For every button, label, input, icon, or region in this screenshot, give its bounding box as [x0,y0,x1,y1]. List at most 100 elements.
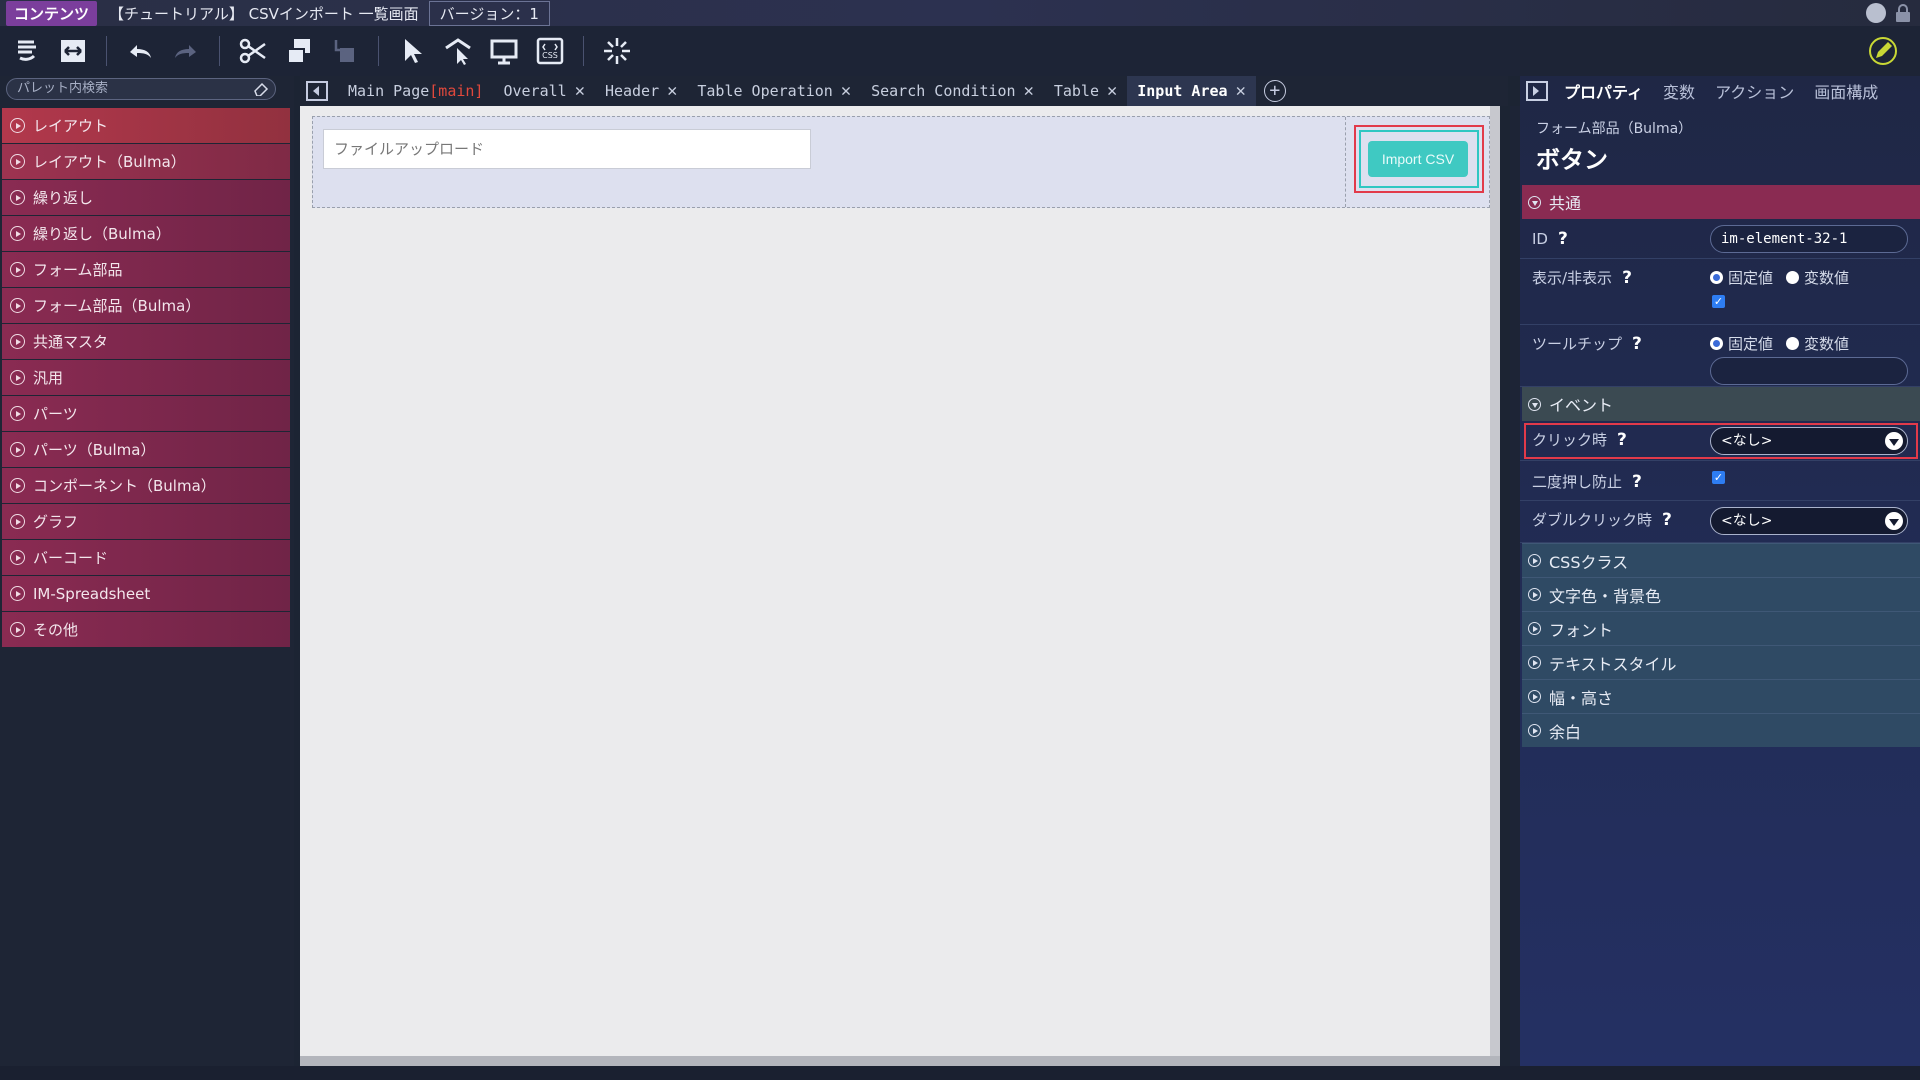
collapse-palette-icon[interactable] [306,81,328,101]
section-event[interactable]: イベント [1522,387,1920,421]
palette-item-barcode[interactable]: バーコード [2,540,290,575]
palette-item-layout[interactable]: レイアウト [2,108,290,143]
palette-item-im-spreadsheet[interactable]: IM-Spreadsheet [2,576,290,611]
help-icon[interactable]: ? [1632,472,1642,492]
tab-variables[interactable]: 変数 [1653,79,1705,103]
visibility-variable-radio[interactable]: 変数値 [1786,267,1849,288]
tab-actions[interactable]: アクション [1705,79,1804,103]
design-canvas[interactable]: ファイルアップロード Import CSV [300,106,1500,1066]
input-area-container[interactable]: ファイルアップロード Import CSV [312,116,1490,208]
palette-item-repeat-bulma[interactable]: 繰り返し（Bulma） [2,216,290,251]
tab-overall[interactable]: Overall ✕ [493,76,594,106]
palette-item-component-bulma[interactable]: コンポーネント（Bulma） [2,468,290,503]
help-icon[interactable]: ? [1662,510,1672,530]
tab-label: Search Condition [871,82,1016,100]
palette-search-input[interactable]: パレット内検索 [6,78,276,100]
collapse-properties-icon[interactable] [1526,81,1548,101]
canvas-vertical-scrollbar[interactable] [1490,106,1500,1056]
visibility-checkbox[interactable]: ✓ [1712,295,1725,308]
palette-item-repeat[interactable]: 繰り返し [2,180,290,215]
file-upload-field[interactable]: ファイルアップロード [323,129,811,169]
tooltip-fixed-radio[interactable]: 固定値 [1710,333,1773,354]
user-icon[interactable] [1866,3,1886,23]
tab-properties[interactable]: プロパティ [1554,79,1653,103]
section-margin[interactable]: 余白 [1522,713,1920,747]
lock-icon[interactable] [1894,3,1912,23]
section-colors[interactable]: 文字色・背景色 [1522,577,1920,611]
help-icon[interactable]: ? [1622,268,1632,288]
radio-label: 変数値 [1804,269,1850,287]
palette-item-label: 繰り返し [33,189,94,207]
eraser-icon[interactable] [253,82,269,97]
css-editor-icon[interactable]: CSS [531,32,569,70]
close-icon[interactable]: ✕ [1236,81,1246,101]
on-click-select[interactable]: <なし> [1710,427,1908,455]
palette-item-common-master[interactable]: 共通マスタ [2,324,290,359]
expand-arrow-icon [1528,588,1541,601]
tooltip-variable-radio[interactable]: 変数値 [1786,333,1849,354]
select-pointer-icon[interactable] [393,32,431,70]
tab-label: Main Page [348,82,430,100]
tab-header[interactable]: Header ✕ [595,76,687,106]
help-icon[interactable]: ? [1632,334,1642,354]
section-size[interactable]: 幅・高さ [1522,679,1920,713]
palette-item-graph[interactable]: グラフ [2,504,290,539]
id-input[interactable]: im-element-32-1 [1710,225,1908,253]
resize-icon[interactable] [54,32,92,70]
undo-icon[interactable] [121,32,159,70]
on-double-click-select[interactable]: <なし> [1710,507,1908,535]
palette-item-parts-bulma[interactable]: パーツ（Bulma） [2,432,290,467]
palette-item-other[interactable]: その他 [2,612,290,647]
property-row-double-submit: 二度押し防止? ✓ [1520,461,1920,501]
redo-icon[interactable] [167,32,205,70]
tab-screen-structure[interactable]: 画面構成 [1804,79,1888,103]
palette-item-form-parts-bulma[interactable]: フォーム部品（Bulma） [2,288,290,323]
palette-item-label: パーツ（Bulma） [33,441,156,459]
drag-select-icon[interactable] [439,32,477,70]
palette-item-layout-bulma[interactable]: レイアウト（Bulma） [2,144,290,179]
click-label: クリック時 [1532,431,1608,449]
tab-search-condition[interactable]: Search Condition ✕ [861,76,1044,106]
tab-input-area[interactable]: Input Area ✕ [1127,76,1256,106]
close-icon[interactable]: ✕ [575,81,585,101]
copy-icon[interactable] [280,32,318,70]
section-text-style[interactable]: テキストスタイル [1522,645,1920,679]
cut-icon[interactable] [234,32,272,70]
sparkle-icon[interactable] [598,32,636,70]
selection-outline: Import CSV [1354,125,1484,193]
close-icon[interactable]: ✕ [667,81,677,101]
close-icon[interactable]: ✕ [1107,81,1117,101]
add-tab-icon[interactable]: + [1263,80,1286,102]
tooltip-input[interactable] [1710,357,1908,385]
section-font[interactable]: フォント [1522,611,1920,645]
help-icon[interactable]: ? [1617,430,1627,450]
palette-item-generic[interactable]: 汎用 [2,360,290,395]
tab-table-operation[interactable]: Table Operation ✕ [687,76,861,106]
palette-item-label: 汎用 [33,369,64,387]
import-csv-button[interactable]: Import CSV [1368,141,1468,177]
palette-item-form-parts[interactable]: フォーム部品 [2,252,290,287]
palette-item-label: IM-Spreadsheet [33,584,151,603]
button-cell[interactable]: Import CSV [1345,117,1489,207]
section-css-class[interactable]: CSSクラス [1522,543,1920,577]
help-icon[interactable]: ? [1558,229,1568,249]
panel-splitter[interactable] [1510,106,1520,1066]
version-label[interactable]: バージョン：1 [428,0,550,26]
section-common[interactable]: 共通 [1522,185,1920,219]
screen-list-icon[interactable] [8,32,46,70]
palette-item-label: フォーム部品 [33,261,123,279]
double-submit-checkbox[interactable]: ✓ [1712,471,1725,484]
edit-pencil-icon[interactable] [1864,32,1902,70]
tab-table[interactable]: Table ✕ [1044,76,1127,106]
chevron-down-icon [1885,432,1903,450]
close-icon[interactable]: ✕ [1024,81,1034,101]
paste-icon[interactable] [326,32,364,70]
canvas-horizontal-scrollbar[interactable] [300,1056,1500,1066]
close-icon[interactable]: ✕ [841,81,851,101]
palette-item-parts[interactable]: パーツ [2,396,290,431]
tab-main-page[interactable]: Main Page [main] [338,76,493,106]
property-label: ID? [1532,229,1568,249]
preview-monitor-icon[interactable] [485,32,523,70]
expand-arrow-icon [1528,622,1541,635]
visibility-fixed-radio[interactable]: 固定値 [1710,267,1773,288]
